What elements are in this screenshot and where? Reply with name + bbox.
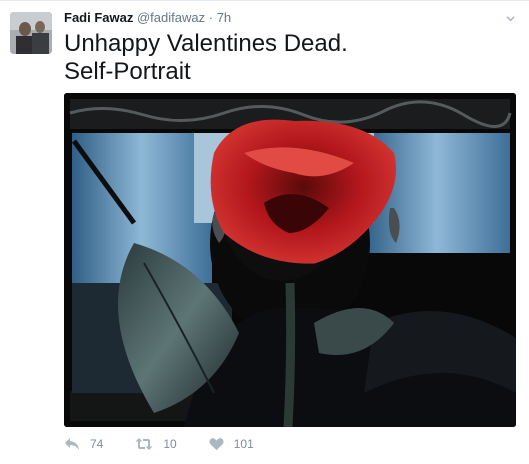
reply-icon: [65, 438, 79, 450]
like-button[interactable]: 101: [209, 437, 254, 451]
tweet-text-line-2: Self-Portrait: [64, 58, 191, 85]
reply-count: 74: [90, 437, 104, 451]
separator-dot: ·: [208, 10, 214, 25]
retweet-icon: [135, 438, 153, 450]
avatar[interactable]: [10, 12, 52, 54]
retweet-button[interactable]: 10: [135, 437, 177, 451]
tweet-photo[interactable]: [64, 93, 516, 427]
tweet-text: Unhappy Valentines Dead. Self-Portrait: [64, 30, 348, 86]
timestamp[interactable]: 7h: [217, 10, 231, 25]
tweet-text-line-1: Unhappy Valentines Dead.: [64, 30, 348, 57]
retweet-count: 10: [163, 437, 177, 451]
tweet-header: Fadi Fawaz @fadifawaz · 7h: [64, 10, 231, 25]
heart-icon: [209, 438, 224, 451]
tweet-actions: 74 10 101: [64, 437, 286, 451]
chevron-down-icon[interactable]: [506, 14, 515, 23]
reply-button[interactable]: 74: [64, 437, 103, 451]
author-name[interactable]: Fadi Fawaz: [64, 10, 133, 25]
like-count: 101: [233, 437, 254, 451]
author-handle[interactable]: @fadifawaz: [137, 10, 205, 25]
